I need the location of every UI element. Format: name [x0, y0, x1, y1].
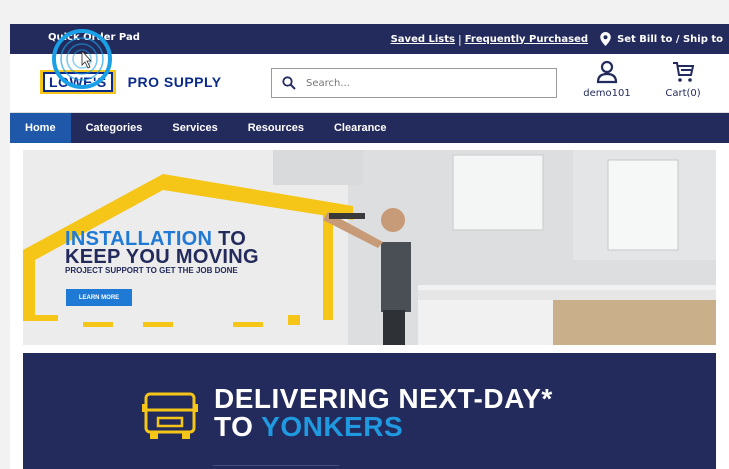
click-indicator-icon: [52, 29, 112, 89]
page: Quick Order Pad Saved Lists | Frequently…: [10, 24, 729, 469]
account-button[interactable]: demo101: [582, 60, 632, 99]
delivery-headline-line2: TO YONKERS: [214, 411, 403, 443]
search-icon[interactable]: [282, 76, 296, 90]
cart-button[interactable]: Cart(0): [658, 60, 708, 99]
nav-item-categories[interactable]: Categories: [71, 113, 158, 143]
installation-hero-banner[interactable]: INSTALLATION TO KEEP YOU MOVING PROJECT …: [23, 150, 716, 345]
next-day-delivery-banner[interactable]: DELIVERING NEXT-DAY* TO YONKERS ________…: [23, 353, 716, 469]
ship-to-link[interactable]: Set Bill to / Ship to: [617, 34, 723, 45]
utility-bar: Quick Order Pad Saved Lists | Frequently…: [10, 24, 729, 54]
nav-item-services[interactable]: Services: [157, 113, 232, 143]
delivery-fine-print: ________________________________________…: [213, 461, 339, 466]
search-box[interactable]: [271, 68, 557, 98]
nav-item-home[interactable]: Home: [10, 113, 71, 143]
hero-headline-line2: KEEP YOU MOVING: [65, 246, 259, 268]
location-pin-icon: [600, 32, 611, 46]
user-icon: [596, 60, 618, 84]
cart-label: Cart(0): [665, 88, 701, 99]
hero-headline: INSTALLATION TO KEEP YOU MOVING: [65, 229, 259, 268]
utility-links: Saved Lists | Frequently Purchased Set B…: [391, 32, 729, 46]
learn-more-button[interactable]: LEARN MORE: [66, 289, 132, 306]
delivery-to-text: TO: [214, 411, 262, 442]
nav-item-resources[interactable]: Resources: [233, 113, 319, 143]
header: LOWE'S PRO SUPPLY demo101: [10, 54, 729, 113]
main-nav: Home Categories Services Resources Clear…: [10, 113, 729, 143]
link-separator: |: [457, 32, 462, 46]
search-input[interactable]: [304, 76, 548, 90]
hero-subheading: PROJECT SUPPORT TO GET THE JOB DONE: [65, 266, 238, 275]
frequently-purchased-link[interactable]: Frequently Purchased: [465, 34, 588, 45]
delivery-truck-icon: [142, 392, 198, 439]
account-label: demo101: [583, 88, 631, 99]
nav-item-clearance[interactable]: Clearance: [319, 113, 402, 143]
logo-text: PRO SUPPLY: [127, 74, 222, 90]
delivery-city-text: YONKERS: [261, 411, 404, 442]
cart-icon: [673, 62, 695, 82]
saved-lists-link[interactable]: Saved Lists: [391, 34, 455, 45]
